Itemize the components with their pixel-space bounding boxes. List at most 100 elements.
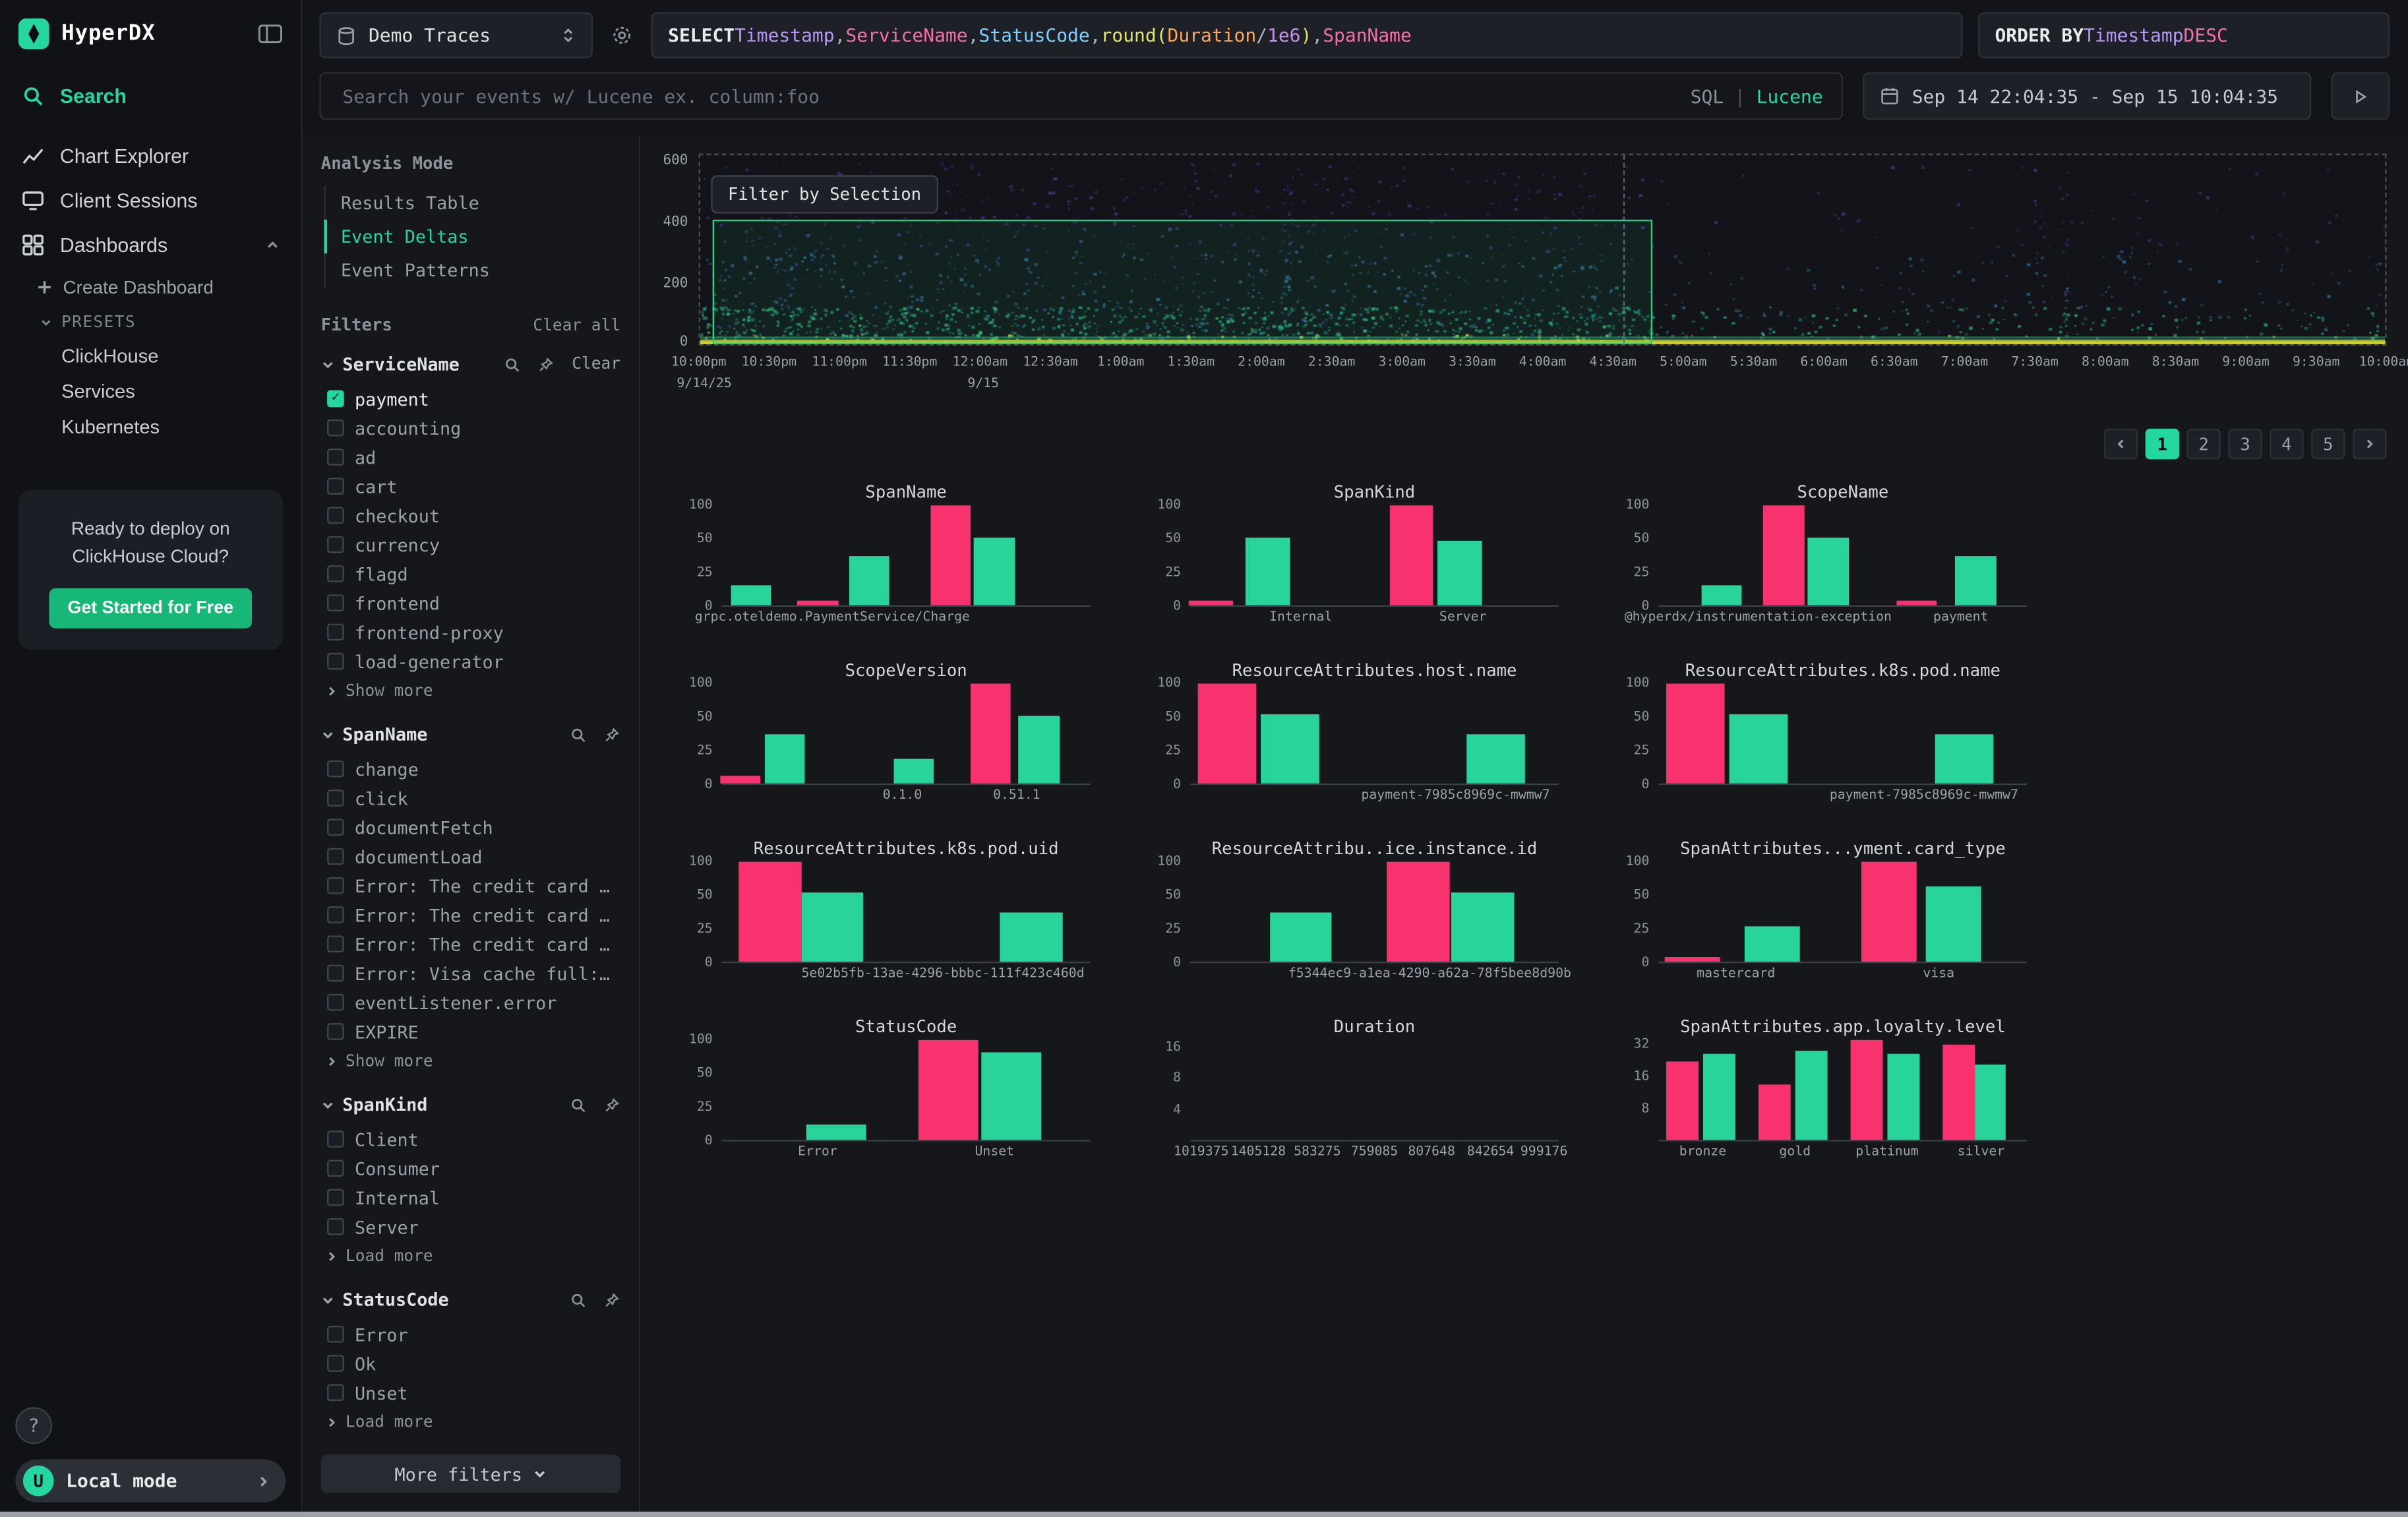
filter-item[interactable]: Consumer: [321, 1154, 620, 1183]
filter-item[interactable]: flagd: [321, 559, 620, 588]
checkbox[interactable]: [327, 1384, 344, 1402]
checkbox[interactable]: [327, 906, 344, 923]
filter-item[interactable]: documentFetch: [321, 813, 620, 842]
filter-section-header[interactable]: SpanKind: [321, 1094, 620, 1115]
analysis-mode-event-patterns[interactable]: Event Patterns: [326, 253, 620, 287]
sidebar-item-dashboards[interactable]: Dashboards: [0, 223, 301, 268]
source-settings-button[interactable]: [608, 13, 636, 59]
show-more-link[interactable]: Show more: [321, 676, 620, 700]
chart-bar[interactable]: [1745, 926, 1801, 962]
chart-bar[interactable]: [806, 1124, 865, 1140]
checkbox[interactable]: [327, 536, 344, 553]
get-started-button[interactable]: Get Started for Free: [49, 588, 252, 629]
analysis-mode-results-table[interactable]: Results Table: [326, 186, 620, 220]
filter-item[interactable]: Error: The credit card (…: [321, 871, 620, 900]
run-query-button[interactable]: [2332, 72, 2390, 119]
checkbox[interactable]: [327, 478, 344, 495]
chart-bar[interactable]: [919, 1040, 978, 1140]
chart-bar[interactable]: [1729, 714, 1788, 784]
chart-bar[interactable]: [1466, 733, 1525, 784]
checkbox[interactable]: [327, 449, 344, 466]
filter-item[interactable]: eventListener.error: [321, 988, 620, 1017]
chart-bar[interactable]: [1851, 1040, 1882, 1140]
page-button-2[interactable]: 2: [2187, 429, 2221, 460]
chart-bar[interactable]: [1896, 600, 1937, 605]
chart-bar[interactable]: [1389, 505, 1433, 605]
time-range-picker[interactable]: Sep 14 22:04:35 - Sep 15 10:04:35: [1863, 72, 2311, 119]
filter-item[interactable]: Error: Visa cache full: …: [321, 958, 620, 987]
filter-item[interactable]: Unset: [321, 1378, 620, 1407]
filter-item[interactable]: ✓payment: [321, 384, 620, 413]
help-button[interactable]: ?: [15, 1407, 52, 1444]
chart-bar[interactable]: [1188, 602, 1232, 605]
prev-page-button[interactable]: [2104, 429, 2138, 460]
chart-bar[interactable]: [1452, 892, 1515, 962]
filter-item[interactable]: accounting: [321, 414, 620, 443]
filter-item[interactable]: documentLoad: [321, 842, 620, 871]
checkbox[interactable]: ✓: [327, 390, 344, 408]
filter-item[interactable]: Internal: [321, 1183, 620, 1212]
chart-bar[interactable]: [801, 892, 864, 962]
chart-bar[interactable]: [975, 538, 1015, 605]
chart-bar[interactable]: [1808, 538, 1848, 605]
page-button-4[interactable]: 4: [2270, 429, 2303, 460]
chart-bar[interactable]: [1664, 956, 1720, 962]
sql-orderby-editor[interactable]: ORDER BY Timestamp DESC: [1978, 13, 2390, 59]
checkbox[interactable]: [327, 994, 344, 1011]
filter-section-header[interactable]: SpanName: [321, 724, 620, 745]
sql-select-editor[interactable]: SELECT Timestamp, ServiceName, StatusCod…: [651, 13, 1963, 59]
more-filters-button[interactable]: More filters: [321, 1455, 620, 1493]
filter-item[interactable]: Error: The credit card (…: [321, 929, 620, 958]
checkbox[interactable]: [327, 565, 344, 582]
filter-item[interactable]: cart: [321, 472, 620, 501]
chart-bar[interactable]: [797, 600, 837, 605]
page-button-5[interactable]: 5: [2311, 429, 2345, 460]
sidebar-collapse-icon[interactable]: [258, 23, 282, 45]
filter-item[interactable]: Ok: [321, 1349, 620, 1378]
filter-by-selection-button[interactable]: Filter by Selection: [711, 175, 938, 214]
horizontal-scrollbar[interactable]: [0, 1512, 2408, 1517]
source-select[interactable]: Demo Traces: [319, 13, 593, 59]
filter-item[interactable]: EXPIRE: [321, 1017, 620, 1046]
analysis-mode-event-deltas[interactable]: Event Deltas: [324, 220, 620, 253]
pin-icon[interactable]: [538, 356, 555, 373]
presets-toggle[interactable]: PRESETS: [0, 305, 301, 338]
clear-filter-link[interactable]: Clear: [572, 355, 620, 373]
filter-item[interactable]: Error: [321, 1320, 620, 1349]
checkbox[interactable]: [327, 877, 344, 894]
create-dashboard-button[interactable]: Create Dashboard: [0, 267, 301, 305]
chart-bar[interactable]: [1437, 540, 1482, 605]
checkbox[interactable]: [327, 1326, 344, 1343]
sidebar-preset-services[interactable]: Services: [0, 373, 301, 409]
filter-item[interactable]: ad: [321, 443, 620, 472]
chart-bar[interactable]: [893, 758, 934, 784]
checkbox[interactable]: [327, 819, 344, 836]
show-more-link[interactable]: Load more: [321, 1241, 620, 1266]
filter-item[interactable]: Server: [321, 1212, 620, 1241]
chart-bar[interactable]: [720, 776, 760, 784]
chart-bar[interactable]: [1955, 555, 1995, 605]
sidebar-preset-kubernetes[interactable]: Kubernetes: [0, 409, 301, 445]
filter-item[interactable]: click: [321, 784, 620, 813]
chart-bar[interactable]: [1935, 733, 1994, 784]
chart-bar[interactable]: [1926, 886, 1981, 962]
search-icon[interactable]: [570, 1291, 587, 1309]
heatmap-plot[interactable]: [699, 154, 2387, 346]
search-input[interactable]: [340, 84, 1675, 108]
checkbox[interactable]: [327, 935, 344, 952]
local-mode-pill[interactable]: U Local mode: [15, 1460, 286, 1502]
checkbox[interactable]: [327, 1130, 344, 1148]
filter-item[interactable]: Error: The credit card (…: [321, 900, 620, 929]
filter-item[interactable]: load-generator: [321, 647, 620, 676]
checkbox[interactable]: [327, 653, 344, 670]
sidebar-preset-clickhouse[interactable]: ClickHouse: [0, 338, 301, 373]
chart-bar[interactable]: [738, 862, 801, 962]
sidebar-item-search[interactable]: Search: [0, 74, 301, 119]
filter-item[interactable]: checkout: [321, 501, 620, 530]
show-more-link[interactable]: Show more: [321, 1046, 620, 1070]
checkbox[interactable]: [327, 624, 344, 641]
chart-bar[interactable]: [1667, 1062, 1698, 1140]
checkbox[interactable]: [327, 419, 344, 437]
chart-bar[interactable]: [1888, 1054, 1919, 1140]
chart-bar[interactable]: [1000, 912, 1063, 962]
